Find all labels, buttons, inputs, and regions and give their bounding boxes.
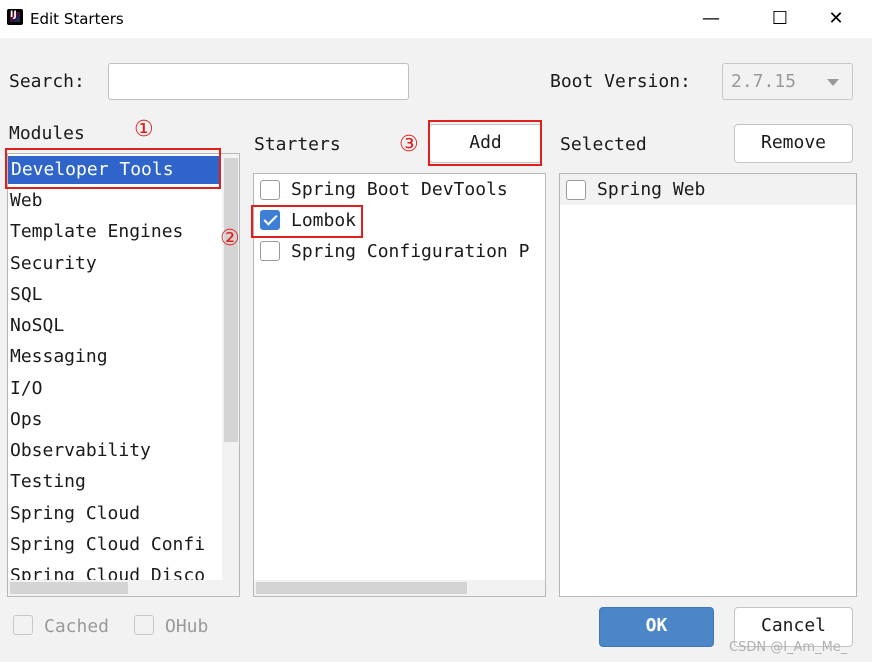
annotation-highlight-lombok	[251, 205, 363, 238]
cached-checkbox[interactable]	[13, 615, 33, 635]
intellij-app-icon: IJ	[7, 9, 23, 25]
starter-item-label[interactable]: Spring Configuration P	[291, 238, 543, 266]
module-item[interactable]: Spring Cloud Confi	[10, 531, 205, 559]
modules-vertical-scrollbar-thumb[interactable]	[224, 158, 238, 442]
annotation-step-3: ③	[399, 132, 419, 157]
boot-version-select[interactable]: 2.7.15	[722, 63, 853, 100]
minimize-button[interactable]: —	[688, 0, 734, 38]
selected-list[interactable]: Spring Web	[559, 173, 857, 597]
checkbox-spring-configuration[interactable]	[260, 241, 280, 261]
search-label: Search:	[9, 71, 85, 92]
module-item[interactable]: Observability	[10, 437, 151, 465]
module-item[interactable]: SQL	[10, 281, 43, 309]
module-item[interactable]: Template Engines	[10, 218, 183, 246]
module-item[interactable]: NoSQL	[10, 312, 64, 340]
starter-item-label[interactable]: Spring Boot DevTools	[291, 176, 508, 204]
ohub-checkbox[interactable]	[134, 615, 154, 635]
chevron-down-icon	[827, 79, 839, 86]
search-input[interactable]	[108, 63, 409, 100]
remove-button[interactable]: Remove	[734, 124, 853, 163]
checkbox-spring-boot-devtools[interactable]	[260, 180, 280, 200]
selected-label: Selected	[560, 134, 647, 155]
checkbox-spring-web[interactable]	[566, 180, 586, 200]
boot-version-value: 2.7.15	[731, 71, 797, 92]
starters-label: Starters	[254, 134, 341, 155]
cached-label: Cached	[44, 616, 110, 637]
modules-label: Modules	[9, 123, 85, 144]
selected-item-label[interactable]: Spring Web	[597, 176, 705, 204]
close-button[interactable]: ✕	[813, 0, 859, 38]
annotation-highlight-add	[428, 120, 542, 166]
modules-list[interactable]: Developer Tools Web Template Engines Sec…	[7, 153, 240, 597]
title-bar	[0, 0, 872, 38]
module-item[interactable]: Messaging	[10, 343, 108, 371]
annotation-step-2: ②	[220, 226, 240, 251]
module-item[interactable]: Spring Cloud	[10, 500, 140, 528]
annotation-highlight-developer-tools	[5, 148, 221, 189]
module-item[interactable]: Testing	[10, 468, 86, 496]
maximize-button[interactable]: ☐	[757, 0, 803, 38]
watermark: CSDN @I_Am_Me_	[729, 640, 848, 655]
ok-button[interactable]: OK	[599, 607, 714, 647]
module-item[interactable]: Security	[10, 250, 97, 278]
ohub-label: OHub	[165, 616, 209, 637]
annotation-step-1: ①	[134, 117, 154, 142]
module-item[interactable]: Web	[10, 187, 43, 215]
starters-horizontal-scrollbar-thumb[interactable]	[256, 582, 467, 594]
module-item[interactable]: Ops	[10, 406, 43, 434]
module-item[interactable]: I/O	[10, 375, 43, 403]
window-title: Edit Starters	[30, 10, 124, 28]
modules-horizontal-scrollbar-thumb[interactable]	[10, 582, 128, 594]
boot-version-label: Boot Version:	[550, 71, 691, 92]
